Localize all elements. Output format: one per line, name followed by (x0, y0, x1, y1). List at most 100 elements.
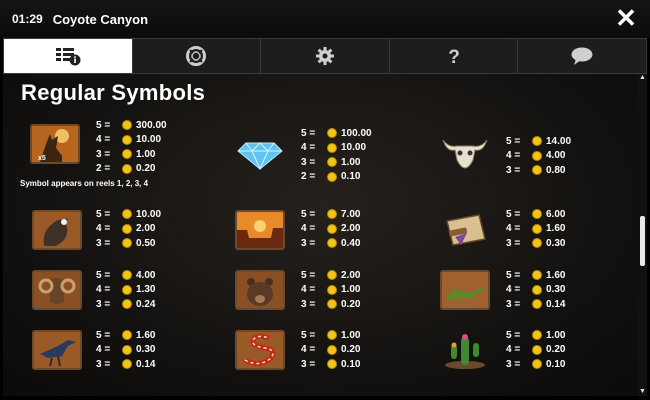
ram-icon (34, 272, 80, 308)
payout-row: 3 = 1.00 (96, 147, 167, 162)
pays-eagle: 5 = 10.00 4 = 2.00 3 = 0.50 (96, 207, 161, 251)
payout-count: 5 = (96, 208, 111, 220)
tab-help-lifebuoy[interactable] (132, 39, 262, 73)
tab-paytable[interactable] (4, 39, 133, 73)
tab-help[interactable]: ? (389, 39, 519, 73)
coin-icon (122, 270, 132, 281)
payout-row: 3 = 0.10 (301, 357, 360, 372)
pays-canyon: 5 = 7.00 4 = 2.00 3 = 0.40 (301, 207, 360, 251)
payout-count: 4 = (96, 284, 111, 296)
payout-row: 3 = 0.30 (506, 236, 565, 251)
payout-count: 4 = (506, 150, 521, 162)
coin-icon (122, 344, 132, 355)
payout-row: 3 = 0.80 (506, 163, 571, 178)
coin-icon (122, 359, 132, 370)
pays-lizard: 5 = 1.60 4 = 0.30 3 = 0.14 (506, 268, 565, 312)
payout-amount: 0.10 (546, 358, 566, 370)
payout-amount: 0.14 (136, 358, 156, 370)
payout-row: 3 = 0.20 (301, 297, 360, 312)
coin-icon (122, 120, 132, 131)
pays-cactus: 5 = 1.00 4 = 0.20 3 = 0.10 (506, 328, 565, 372)
scrollbar[interactable]: ▲ ▼ (638, 74, 647, 396)
payout-row: 5 = 1.00 (506, 328, 565, 343)
payout-count: 4 = (301, 284, 316, 296)
coin-icon (327, 157, 337, 168)
payout-row: 4 = 10.00 (96, 133, 167, 148)
scroll-down-icon[interactable]: ▼ (638, 388, 647, 396)
payout-amount: 10.00 (341, 142, 367, 154)
pays-ram: 5 = 4.00 4 = 1.30 3 = 0.24 (96, 268, 155, 312)
map-scroll-symbol (440, 210, 490, 250)
payout-row: 2 = 0.20 (96, 162, 167, 177)
coin-icon (532, 270, 542, 281)
payout-row: 3 = 1.00 (301, 155, 372, 170)
tab-chat[interactable] (518, 39, 646, 73)
cactus-icon (445, 334, 485, 369)
payout-amount: 1.00 (136, 148, 156, 160)
coin-icon (532, 136, 542, 147)
coin-icon (532, 223, 542, 234)
payout-row: 4 = 1.00 (301, 283, 360, 298)
coyote-icon: x5 (32, 126, 78, 162)
question-icon: ? (448, 47, 460, 66)
payout-row: 3 = 0.40 (301, 236, 360, 251)
coin-icon (122, 284, 132, 295)
coin-icon (532, 344, 542, 355)
payout-count: 4 = (96, 344, 111, 356)
payout-count: 3 = (96, 298, 111, 310)
payout-row: 5 = 100.00 (301, 126, 372, 141)
payout-count: 5 = (506, 329, 521, 341)
payout-amount: 0.20 (341, 298, 361, 310)
scroll-up-icon[interactable]: ▲ (638, 74, 647, 82)
coyote-badge: x5 (38, 155, 46, 162)
payout-row: 4 = 0.30 (506, 283, 565, 298)
payout-row: 4 = 10.00 (301, 141, 372, 156)
tab-settings[interactable] (261, 39, 390, 73)
close-icon[interactable]: ✕ (612, 4, 640, 32)
coin-icon (532, 209, 542, 220)
game-title: Coyote Canyon (52, 11, 149, 27)
payout-count: 3 = (301, 298, 316, 310)
payout-count: 5 = (96, 269, 111, 281)
coin-icon (122, 134, 132, 145)
payout-amount: 0.30 (136, 344, 156, 356)
chat-bubble-icon (571, 47, 593, 65)
payout-amount: 7.00 (341, 208, 361, 220)
payout-amount: 14.00 (546, 135, 572, 147)
payout-count: 3 = (506, 358, 521, 370)
payout-amount: 6.00 (546, 208, 566, 220)
payout-count: 3 = (506, 164, 521, 176)
payout-count: 5 = (506, 269, 521, 281)
payout-row: 4 = 4.00 (506, 149, 571, 164)
coin-icon (122, 299, 132, 310)
scrollbar-thumb[interactable] (640, 216, 645, 266)
section-heading: Regular Symbols (21, 80, 206, 105)
payout-amount: 10.00 (136, 134, 162, 146)
bull-skull-symbol (440, 132, 490, 172)
snake-symbol (235, 330, 285, 370)
payout-count: 3 = (301, 237, 316, 249)
payout-row: 5 = 14.00 (506, 134, 571, 149)
coin-icon (532, 150, 542, 161)
payout-amount: 0.14 (546, 298, 566, 310)
payout-count: 4 = (506, 344, 521, 356)
lifebuoy-icon (186, 46, 207, 66)
payout-count: 4 = (506, 284, 521, 296)
payout-row: 5 = 1.60 (506, 268, 565, 283)
pays-roadrunner: 5 = 1.60 4 = 0.30 3 = 0.14 (96, 328, 155, 372)
payout-amount: 0.30 (546, 284, 566, 296)
bear-icon (237, 272, 283, 308)
coin-icon (327, 330, 337, 341)
payout-row: 5 = 1.60 (96, 328, 155, 343)
payout-amount: 10.00 (136, 208, 162, 220)
lizard-icon (442, 272, 488, 308)
payout-row: 4 = 2.00 (96, 222, 161, 237)
coin-icon (122, 223, 132, 234)
payout-count: 5 = (301, 127, 316, 139)
payout-amount: 0.30 (546, 237, 566, 249)
coin-icon (122, 238, 132, 249)
coin-icon (532, 359, 542, 370)
payout-amount: 0.24 (136, 298, 156, 310)
coin-icon (327, 270, 337, 281)
coin-icon (327, 171, 337, 182)
